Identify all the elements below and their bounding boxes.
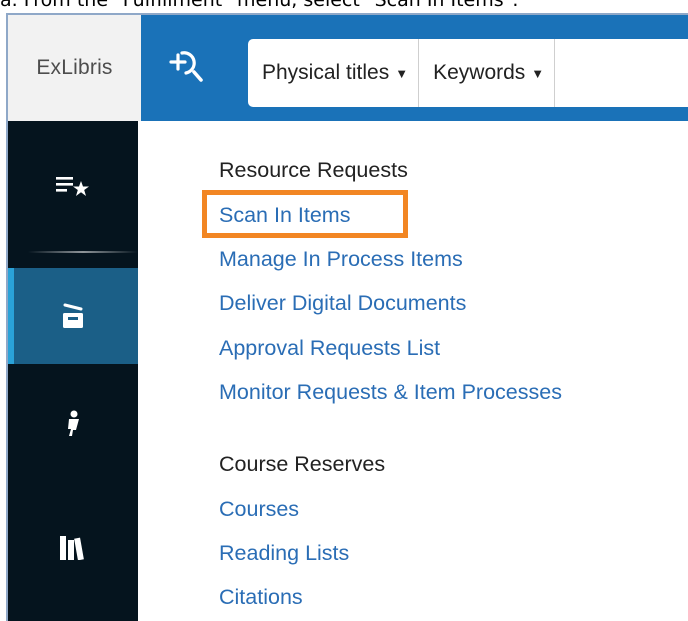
menu-link-monitor-requests[interactable]: Monitor Requests & Item Processes — [219, 380, 562, 405]
divider — [554, 39, 556, 107]
menu-link-reading-lists[interactable]: Reading Lists — [219, 541, 349, 566]
menu-link-deliver-digital-documents[interactable]: Deliver Digital Documents — [219, 291, 466, 316]
scope-dropdown[interactable]: Physical titles ▼ — [248, 39, 418, 107]
books-icon — [60, 536, 84, 560]
key-person-icon — [68, 410, 79, 436]
inbox-tray-icon — [63, 303, 83, 328]
exlibris-logo: ExLibris — [36, 56, 113, 79]
caret-down-icon: ▼ — [531, 65, 545, 81]
menu-link-approval-requests-list[interactable]: Approval Requests List — [219, 336, 440, 361]
instruction-text: a. From the "Fulfillment" menu, select "… — [0, 0, 519, 11]
field-dropdown-label: Keywords — [433, 61, 526, 84]
search-bar: Physical titles ▼ Keywords ▼ — [248, 39, 688, 107]
sidebar-item-tasks[interactable] — [8, 121, 138, 251]
menu-link-manage-in-process-items[interactable]: Manage In Process Items — [219, 247, 463, 272]
sidebar-item-fulfillment[interactable] — [8, 268, 138, 364]
scope-dropdown-label: Physical titles — [262, 61, 390, 84]
section-heading-course-reserves: Course Reserves — [219, 452, 386, 476]
sidebar-divider — [28, 251, 138, 253]
caret-down-icon: ▼ — [395, 65, 409, 81]
list-star-icon — [56, 177, 89, 196]
menu-link-citations[interactable]: Citations — [219, 585, 303, 610]
menu-link-courses[interactable]: Courses — [219, 497, 299, 522]
section-heading-resource-requests: Resource Requests — [219, 158, 408, 182]
left-sidebar — [8, 121, 138, 621]
sidebar-item-library[interactable] — [8, 486, 138, 608]
field-dropdown[interactable]: Keywords ▼ — [419, 39, 554, 107]
logo-area[interactable]: ExLibris — [8, 15, 141, 121]
search-plus-icon[interactable] — [168, 47, 204, 87]
sidebar-item-admin[interactable] — [8, 364, 138, 486]
highlight-annotation — [202, 190, 408, 238]
